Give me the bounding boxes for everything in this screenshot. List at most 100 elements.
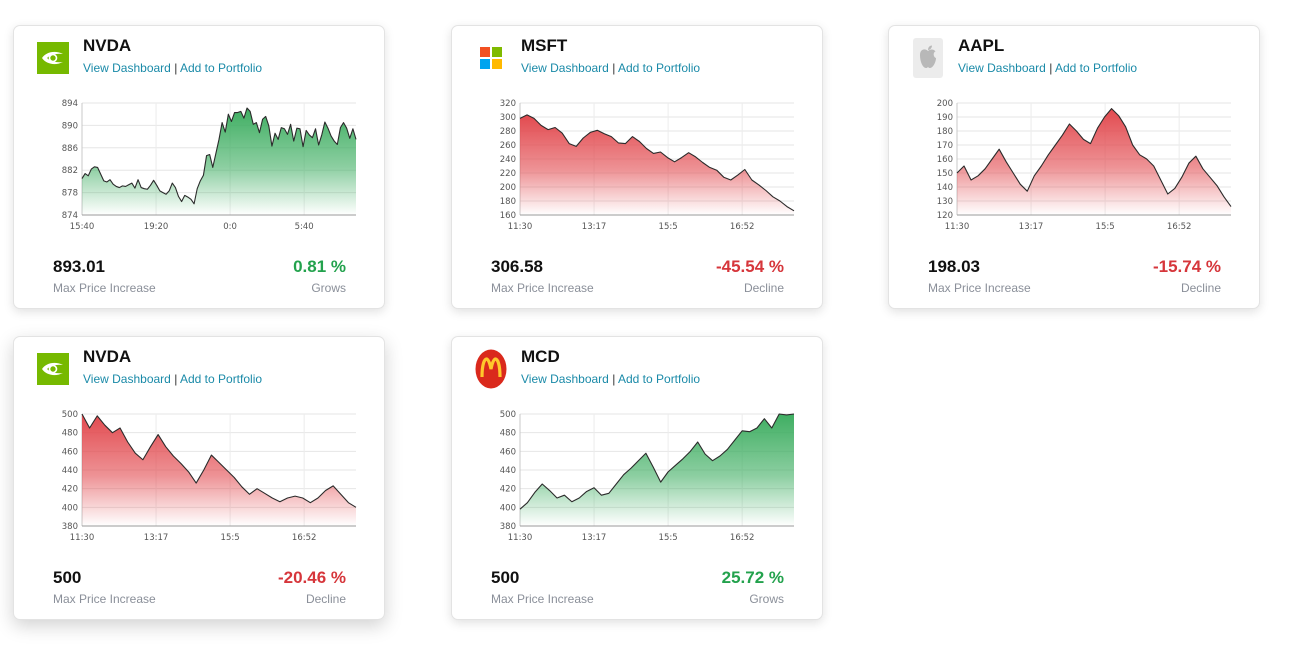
add-to-portfolio-link[interactable]: Add to Portfolio: [1055, 61, 1137, 75]
y-tick-label: 300: [500, 113, 516, 123]
x-tick-label: 15:5: [221, 533, 240, 543]
price-area: [82, 108, 356, 215]
add-to-portfolio-link[interactable]: Add to Portfolio: [180, 372, 262, 386]
y-tick-label: 460: [500, 447, 516, 457]
x-tick-label: 13:17: [582, 533, 607, 543]
y-tick-label: 380: [62, 522, 78, 532]
y-tick-label: 380: [500, 522, 516, 532]
trend-label: Decline: [305, 592, 346, 606]
x-tick-label: 11:30: [508, 533, 533, 543]
x-tick-label: 15:5: [659, 222, 678, 232]
card-links: View Dashboard | Add to Portfolio: [83, 61, 262, 75]
add-to-portfolio-link[interactable]: Add to Portfolio: [180, 61, 262, 75]
x-tick-label: 13:17: [144, 533, 169, 543]
y-tick-label: 170: [937, 141, 953, 151]
y-tick-label: 320: [500, 99, 516, 109]
x-tick-label: 13:17: [582, 222, 607, 232]
x-tick-label: 15:5: [659, 533, 678, 543]
view-dashboard-link[interactable]: View Dashboard: [521, 372, 609, 386]
y-tick-label: 160: [500, 211, 516, 221]
change-percent: -15.74 %: [1152, 257, 1221, 276]
view-dashboard-link[interactable]: View Dashboard: [83, 61, 171, 75]
ticker-symbol: NVDA: [83, 347, 132, 366]
x-tick-label: 13:17: [1019, 222, 1044, 232]
change-percent: 0.81 %: [293, 257, 346, 276]
y-tick-label: 240: [500, 155, 516, 165]
ticker-symbol: AAPL: [958, 36, 1005, 55]
x-tick-label: 16:52: [1167, 222, 1192, 232]
y-tick-label: 440: [62, 466, 78, 476]
view-dashboard-link[interactable]: View Dashboard: [83, 372, 171, 386]
trend-label: Grows: [749, 592, 784, 606]
y-tick-label: 480: [500, 429, 516, 439]
stock-card: NVDA View Dashboard | Add to Portfolio 3…: [13, 336, 385, 620]
mcdonalds-logo: [475, 349, 507, 389]
y-tick-label: 882: [62, 166, 78, 176]
y-tick-label: 120: [937, 211, 953, 221]
y-tick-label: 500: [62, 410, 78, 420]
y-tick-label: 878: [62, 189, 78, 199]
y-tick-label: 130: [937, 197, 953, 207]
price-chart: 874 878 882 886 890 894 15:40 19:20 0:0 5:40: [62, 99, 357, 232]
trend-label: Decline: [1180, 281, 1221, 295]
y-tick-label: 400: [62, 503, 78, 513]
y-tick-label: 420: [500, 485, 516, 495]
trend-label: Decline: [743, 281, 784, 295]
trend-label: Grows: [311, 281, 346, 295]
y-tick-label: 140: [937, 183, 953, 193]
x-tick-label: 11:30: [70, 533, 95, 543]
price-area: [520, 114, 794, 215]
add-to-portfolio-link[interactable]: Add to Portfolio: [618, 372, 700, 386]
y-tick-label: 500: [500, 410, 516, 420]
y-tick-label: 886: [62, 144, 78, 154]
y-tick-label: 280: [500, 127, 516, 137]
y-tick-label: 894: [62, 99, 78, 109]
change-percent: -20.46 %: [277, 568, 346, 587]
y-tick-label: 160: [937, 155, 953, 165]
x-tick-label: 11:30: [945, 222, 970, 232]
price-value: 893.01: [53, 257, 105, 276]
x-tick-label: 16:52: [292, 533, 317, 543]
y-tick-label: 200: [500, 183, 516, 193]
x-tick-label: 0:0: [223, 222, 237, 232]
x-tick-label: 15:5: [1096, 222, 1115, 232]
price-chart: 120 130 140 150 160 170 180 190 200 11:30 13:17 15:…: [937, 99, 1232, 232]
stock-card: NVDA View Dashboard | Add to Portfolio 8…: [13, 25, 385, 309]
x-tick-label: 15:40: [70, 222, 95, 232]
y-tick-label: 200: [937, 99, 953, 109]
y-tick-label: 180: [500, 197, 516, 207]
nvidia-logo: [37, 38, 69, 78]
ticker-symbol: NVDA: [83, 36, 132, 55]
y-tick-label: 260: [500, 141, 516, 151]
view-dashboard-link[interactable]: View Dashboard: [521, 61, 609, 75]
y-tick-label: 150: [937, 169, 953, 179]
microsoft-logo: [475, 38, 507, 78]
y-tick-label: 220: [500, 169, 516, 179]
stock-card: AAPL View Dashboard | Add to Portfolio 1…: [888, 25, 1260, 309]
price-value: 198.03: [928, 257, 980, 276]
y-tick-label: 440: [500, 466, 516, 476]
price-value: 306.58: [491, 257, 543, 276]
y-tick-label: 180: [937, 127, 953, 137]
add-to-portfolio-link[interactable]: Add to Portfolio: [618, 61, 700, 75]
price-chart: 160 180 200 220 240 260 280 300 320 11:30 13:17 15:…: [500, 99, 795, 232]
y-tick-label: 460: [62, 447, 78, 457]
nvidia-logo: [37, 349, 69, 389]
price-chart: 380 400 420 440 460 480 500 11:30 13:17 15:5 16:52: [500, 410, 795, 543]
y-tick-label: 890: [62, 121, 78, 131]
stock-card: MCD View Dashboard | Add to Portfolio 38…: [451, 336, 823, 620]
card-links: View Dashboard | Add to Portfolio: [521, 61, 700, 75]
y-tick-label: 420: [62, 485, 78, 495]
view-dashboard-link[interactable]: View Dashboard: [958, 61, 1046, 75]
y-tick-label: 400: [500, 503, 516, 513]
x-tick-label: 16:52: [730, 533, 755, 543]
x-tick-label: 5:40: [295, 222, 314, 232]
price-value: 500: [53, 568, 82, 587]
price-label: Max Price Increase: [928, 281, 1031, 295]
price-label: Max Price Increase: [53, 592, 156, 606]
ticker-symbol: MSFT: [521, 36, 568, 55]
change-percent: -45.54 %: [715, 257, 784, 276]
y-tick-label: 874: [62, 211, 78, 221]
y-tick-label: 480: [62, 429, 78, 439]
x-tick-label: 16:52: [730, 222, 755, 232]
